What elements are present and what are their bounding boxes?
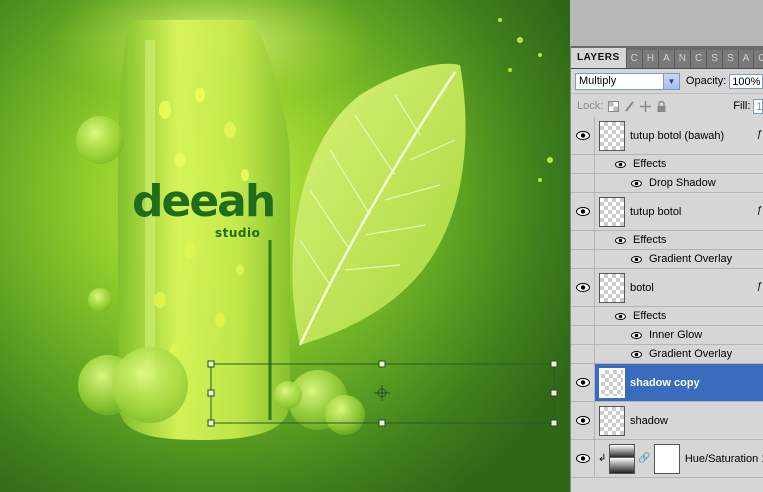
- eye-icon[interactable]: [571, 193, 595, 230]
- lock-controls: Lock: Fill: 100%: [571, 94, 763, 119]
- fill-label: Fill:: [733, 100, 751, 112]
- layer-row[interactable]: shadow: [571, 402, 763, 440]
- transform-handle[interactable]: [550, 419, 558, 427]
- transform-handle[interactable]: [207, 389, 215, 397]
- eye-icon[interactable]: [629, 350, 643, 358]
- tab-actions[interactable]: A: [659, 50, 675, 68]
- panel-tab-bar: LAYERS C H A N C S S A C PA: [571, 46, 763, 69]
- eye-icon[interactable]: [571, 440, 595, 477]
- tab-history[interactable]: H: [642, 50, 660, 68]
- effects-label: Effects: [633, 310, 667, 322]
- tab-swatches[interactable]: S: [707, 50, 723, 68]
- transform-center-point: [374, 385, 390, 401]
- spatter: [498, 18, 553, 182]
- effects-row[interactable]: Effects: [571, 307, 763, 326]
- document-canvas[interactable]: deeah studio: [0, 0, 570, 492]
- effect-label: Inner Glow: [649, 329, 703, 341]
- tab-channels[interactable]: C: [626, 50, 643, 68]
- fx-icon[interactable]: ƒ: [756, 281, 762, 292]
- layer-name: botol: [630, 281, 654, 294]
- clip-arrow-icon: ↲: [598, 453, 607, 464]
- layer-list: tutup botol (bawah) ƒ Effects Drop Shado…: [571, 117, 763, 478]
- tab-layers[interactable]: LAYERS: [571, 48, 627, 68]
- eye-icon[interactable]: [629, 179, 643, 187]
- lock-all-icon[interactable]: [656, 100, 667, 112]
- layer-name: tutup botol: [630, 205, 682, 218]
- effect-row[interactable]: Inner Glow: [571, 326, 763, 345]
- lock-move-icon[interactable]: [640, 100, 652, 112]
- layer-thumbnail: [599, 367, 625, 398]
- eye-icon[interactable]: [571, 364, 595, 401]
- artwork: [50, 0, 558, 440]
- transform-handle[interactable]: [550, 389, 558, 397]
- layer-thumbnail: [599, 120, 625, 151]
- layer-row[interactable]: botol ƒ: [571, 269, 763, 307]
- blend-controls: Multiply ▼ Opacity: 100%: [571, 69, 763, 94]
- tab-animation[interactable]: A: [738, 50, 755, 68]
- transform-handle[interactable]: [207, 419, 215, 427]
- layer-row[interactable]: tutup botol (bawah) ƒ: [571, 117, 763, 155]
- layer-row[interactable]: tutup botol ƒ: [571, 193, 763, 231]
- effects-row[interactable]: Effects: [571, 155, 763, 174]
- tab-navigator[interactable]: N: [674, 50, 692, 68]
- eye-icon[interactable]: [571, 402, 595, 439]
- effect-row[interactable]: Gradient Overlay: [571, 345, 763, 364]
- transform-handle[interactable]: [207, 360, 215, 368]
- layer-row-selected[interactable]: shadow copy: [571, 364, 763, 402]
- effects-label: Effects: [633, 234, 667, 246]
- adjustment-thumbnail: [609, 443, 636, 474]
- transform-handle[interactable]: [378, 360, 386, 368]
- layer-name: shadow: [630, 414, 668, 427]
- opacity-input[interactable]: 100%: [729, 73, 763, 89]
- eye-icon[interactable]: [629, 331, 643, 339]
- layer-name: tutup botol (bawah): [630, 129, 725, 142]
- effects-label: Effects: [633, 158, 667, 170]
- eye-icon[interactable]: [571, 117, 595, 154]
- chevron-down-icon[interactable]: ▼: [662, 73, 679, 89]
- fx-icon[interactable]: ƒ: [756, 205, 762, 216]
- eye-icon[interactable]: [613, 312, 627, 320]
- tab-styles[interactable]: S: [722, 50, 739, 68]
- logo-subtext: studio: [215, 226, 261, 240]
- adjustment-layer-row[interactable]: ↲ 🔗 Hue/Saturation 1: [571, 440, 763, 478]
- layer-name: shadow copy: [630, 376, 700, 389]
- transform-handle[interactable]: [378, 419, 386, 427]
- eye-icon[interactable]: [613, 160, 627, 168]
- lock-paint-icon[interactable]: [624, 100, 635, 112]
- eye-icon[interactable]: [571, 269, 595, 306]
- leaf-shape: [292, 63, 466, 346]
- lock-transparent-icon[interactable]: [608, 100, 620, 112]
- lock-label: Lock:: [577, 100, 604, 112]
- effect-label: Gradient Overlay: [649, 253, 733, 265]
- layer-thumbnail: [599, 272, 625, 303]
- chain-link-icon[interactable]: 🔗: [638, 453, 650, 464]
- effect-row[interactable]: Drop Shadow: [571, 174, 763, 193]
- eye-icon[interactable]: [629, 255, 643, 263]
- blend-mode-select[interactable]: Multiply ▼: [575, 72, 680, 90]
- tab-color[interactable]: C: [691, 50, 708, 68]
- blend-mode-value: Multiply: [579, 75, 617, 87]
- layers-panel: LAYERS C H A N C S S A C PA Multiply ▼ O…: [570, 46, 763, 492]
- opacity-label: Opacity:: [685, 75, 727, 87]
- eye-icon[interactable]: [613, 236, 627, 244]
- fill-input[interactable]: 100%: [753, 98, 763, 114]
- layer-thumbnail: [599, 405, 625, 436]
- panel-dock-background: [570, 0, 763, 46]
- effects-row[interactable]: Effects: [571, 231, 763, 250]
- layer-thumbnail: [599, 196, 625, 227]
- layer-mask-thumbnail: [653, 443, 680, 474]
- layer-name: Hue/Saturation 1: [684, 452, 763, 465]
- fx-icon[interactable]: ƒ: [756, 129, 762, 140]
- tab-character[interactable]: C: [754, 50, 763, 68]
- transform-handle[interactable]: [550, 360, 558, 368]
- effect-row[interactable]: Gradient Overlay: [571, 250, 763, 269]
- logo-text: deeah: [132, 176, 276, 227]
- effect-label: Gradient Overlay: [649, 348, 733, 360]
- effect-label: Drop Shadow: [649, 177, 716, 189]
